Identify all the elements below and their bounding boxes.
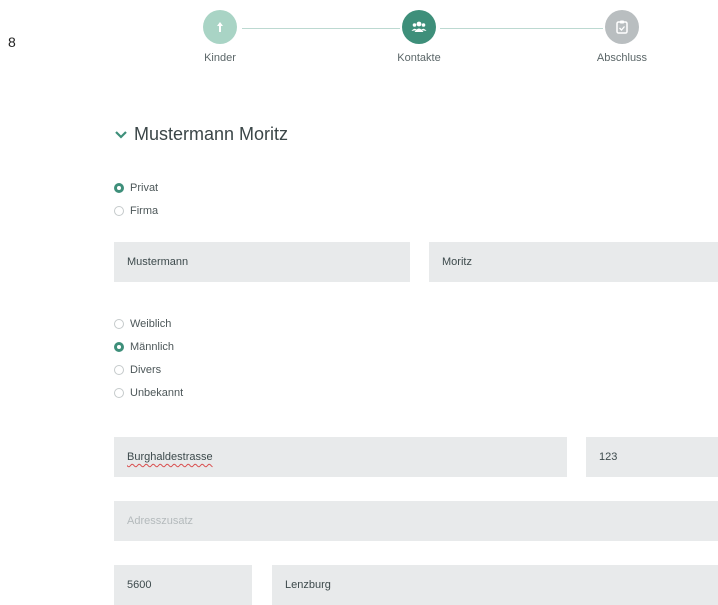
contact-name-title: Mustermann Moritz [134,124,289,144]
group-icon [402,10,436,44]
first-name-input[interactable]: Moritz [429,242,718,282]
step-label: Abschluss [596,52,648,64]
radio-indicator [114,206,124,216]
radio-indicator [114,342,124,352]
radio-firma[interactable]: Firma [114,205,158,217]
radio-maennlich[interactable]: Männlich [114,341,174,353]
radio-label: Firma [130,205,159,217]
radio-label: Weiblich [130,318,172,330]
chevron-down-icon [115,130,127,139]
radio-indicator [114,365,124,375]
address-extra-input[interactable]: Adresszusatz [114,501,718,541]
city-input[interactable]: Lenzburg [272,565,718,605]
house-number-input[interactable]: 123 [586,437,718,477]
radio-divers[interactable]: Divers [114,364,161,376]
radio-indicator [114,183,124,193]
address-extra-placeholder: Adresszusatz [127,515,194,527]
radio-label: Privat [130,182,159,194]
zip-input[interactable]: 5600 [114,565,252,605]
street-value: Burghaldestrasse [127,451,213,463]
step-label: Kontakte [397,52,441,64]
radio-weiblich[interactable]: Weiblich [114,318,171,330]
contact-section-header[interactable]: Mustermann Moritz [114,124,288,145]
radio-indicator [114,319,124,329]
house-number-value: 123 [599,451,618,463]
step-abschluss[interactable]: Abschluss [562,10,682,64]
radio-indicator [114,388,124,398]
last-name-input[interactable]: Mustermann [114,242,410,282]
page-number: 8 [8,34,16,50]
radio-label: Unbekannt [130,387,184,399]
step-kinder[interactable]: Kinder [160,10,280,64]
city-value: Lenzburg [285,579,331,591]
clipboard-icon [605,10,639,44]
zip-value: 5600 [127,579,152,591]
radio-label: Männlich [130,341,175,353]
last-name-value: Mustermann [127,256,189,268]
first-name-value: Moritz [442,256,472,268]
radio-label: Divers [130,364,162,376]
step-label: Kinder [204,52,236,64]
child-icon [203,10,237,44]
radio-unbekannt[interactable]: Unbekannt [114,387,183,399]
street-input[interactable]: Burghaldestrasse [114,437,567,477]
step-kontakte[interactable]: Kontakte [359,10,479,64]
radio-privat[interactable]: Privat [114,182,158,194]
